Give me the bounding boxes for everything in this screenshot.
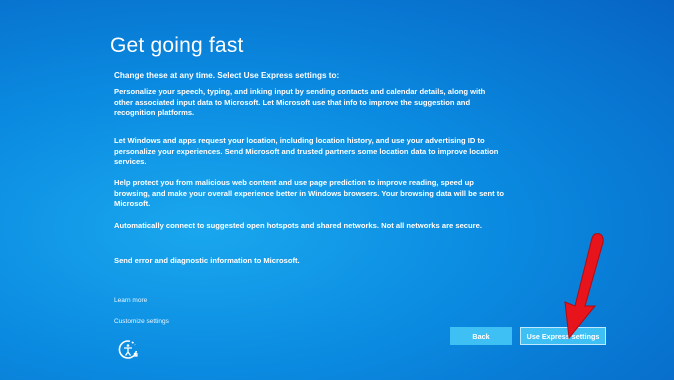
setting-description-browser: Help protect you from malicious web cont…	[114, 178, 504, 209]
setting-description-speech: Personalize your speech, typing, and ink…	[114, 87, 486, 118]
setting-description-location: Let Windows and apps request your locati…	[114, 136, 499, 167]
page-title: Get going fast	[110, 34, 244, 57]
ease-of-access-icon[interactable]	[116, 338, 140, 360]
red-arrow-annotation	[564, 233, 604, 340]
setting-description-diagnostics: Send error and diagnostic information to…	[114, 256, 300, 265]
learn-more-link[interactable]: Learn more	[114, 297, 147, 304]
back-button[interactable]: Back	[450, 327, 512, 345]
setting-description-hotspots: Automatically connect to suggested open …	[114, 221, 482, 230]
intro-text: Change these at any time. Select Use Exp…	[114, 71, 340, 80]
oobe-express-settings-screen: Get going fast Change these at any time.…	[0, 0, 674, 380]
customize-settings-link[interactable]: Customize settings	[114, 318, 169, 325]
